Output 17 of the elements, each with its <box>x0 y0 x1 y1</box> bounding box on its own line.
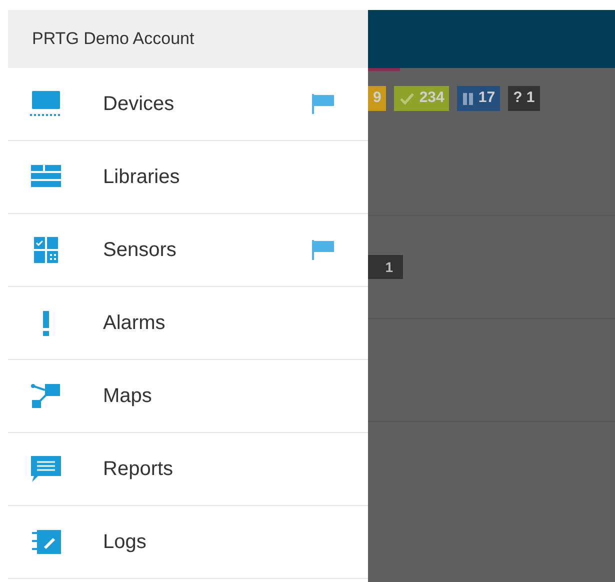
menu-item[interactable]: Reports <box>8 433 368 506</box>
status-badge: 17 <box>457 86 500 111</box>
status-badge: ? 1 <box>508 86 540 111</box>
menu-item[interactable]: Maps <box>8 360 368 433</box>
status-badge: 9 <box>368 86 386 111</box>
account-name: PRTG Demo Account <box>32 28 194 50</box>
menu-item[interactable]: Devices <box>8 68 368 141</box>
exclamation-icon <box>43 310 49 336</box>
menu-item[interactable]: Sensors <box>8 214 368 287</box>
chat-bubble-icon <box>28 454 64 484</box>
menu-item[interactable]: Libraries <box>8 141 368 214</box>
check-icon <box>399 92 416 106</box>
status-badge: 234 <box>394 86 450 111</box>
tab-indicator <box>368 68 400 71</box>
pause-icon <box>462 92 474 106</box>
status-badge: 1 <box>368 255 403 279</box>
menu-item[interactable]: Logs <box>8 506 368 579</box>
